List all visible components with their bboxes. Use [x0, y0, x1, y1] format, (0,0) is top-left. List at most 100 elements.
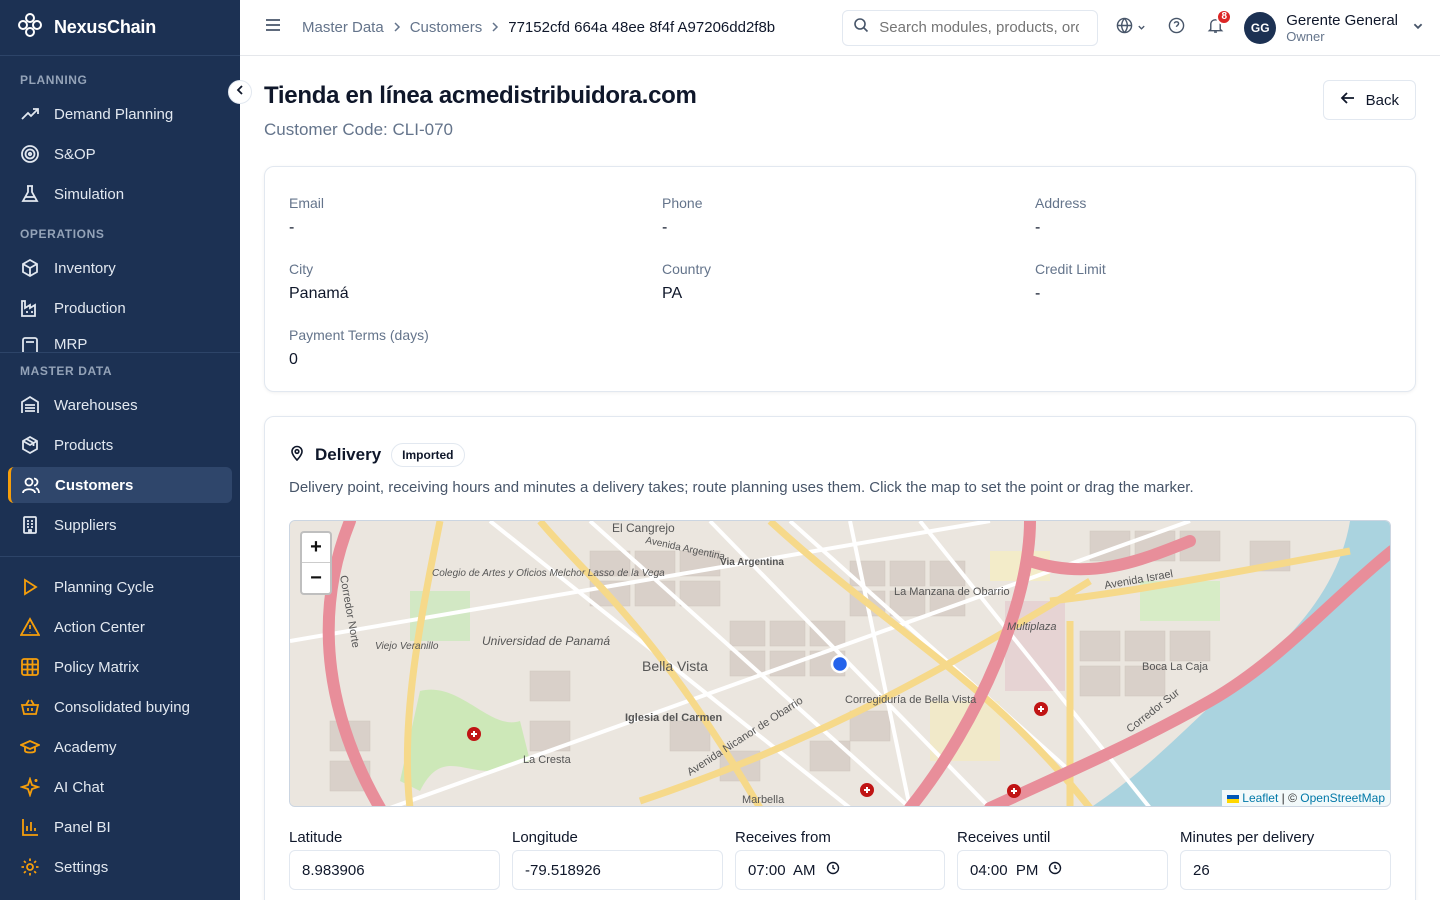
- back-label: Back: [1365, 91, 1399, 109]
- basket-icon: [20, 697, 40, 717]
- search-box[interactable]: [842, 9, 1099, 46]
- sidebar-item-label: Warehouses: [54, 396, 138, 414]
- map-pin-icon: [289, 445, 305, 466]
- calculator-icon: [20, 336, 40, 352]
- notifications-button[interactable]: 8: [1207, 8, 1233, 39]
- delivery-title: Delivery: [315, 445, 382, 464]
- delivery-point-marker[interactable]: [830, 654, 850, 674]
- map-label: Corregiduría de Bella Vista: [845, 694, 977, 706]
- field-credit-limit: Credit Limit -: [1035, 261, 1408, 303]
- delivery-map[interactable]: El Cangrejo Bella Vista Universidad de P…: [289, 520, 1391, 807]
- clock-icon[interactable]: [1048, 861, 1062, 879]
- play-icon: [20, 577, 40, 597]
- field-value: 26: [1193, 861, 1210, 879]
- sidebar-item-consolidated-buying[interactable]: Consolidated buying: [8, 689, 232, 725]
- field-label: Country: [662, 261, 712, 277]
- map-label: Iglesia del Carmen: [625, 712, 722, 724]
- sidebar-item-demand-planning[interactable]: Demand Planning: [8, 96, 232, 132]
- sidebar-item-label: Policy Matrix: [54, 658, 140, 676]
- main-content: Master Data Customers 77152cfd 664a 48ee…: [240, 0, 1440, 900]
- sidebar-item-panel-bi[interactable]: Panel BI: [8, 809, 232, 845]
- sidebar-item-action-center[interactable]: Action Center: [8, 609, 232, 645]
- notification-count: 8: [1216, 8, 1233, 25]
- chevron-left-icon: [234, 83, 246, 101]
- breadcrumb: Master Data Customers 77152cfd 664a 48ee…: [302, 19, 775, 36]
- zoom-control: + −: [300, 531, 332, 595]
- sidebar-item-academy[interactable]: Academy: [8, 729, 232, 765]
- field-value: 0: [289, 351, 298, 368]
- user-name: Gerente General: [1286, 11, 1398, 29]
- sidebar-item-label: Panel BI: [54, 818, 111, 836]
- back-button[interactable]: Back: [1322, 80, 1416, 120]
- sidebar-item-label: Simulation: [54, 185, 125, 203]
- field-label: Latitude: [289, 829, 343, 846]
- receives-until-input[interactable]: 04:00 PM: [957, 850, 1168, 890]
- longitude-input[interactable]: -79.518926: [512, 850, 723, 890]
- sidebar-item-sop[interactable]: S&OP: [8, 136, 232, 172]
- language-selector[interactable]: [1116, 17, 1146, 39]
- delivery-description: Delivery point, receiving hours and minu…: [289, 479, 1194, 496]
- sidebar-item-planning-cycle[interactable]: Planning Cycle: [8, 569, 232, 605]
- sidebar-item-label: Production: [54, 299, 126, 317]
- latitude-field: Latitude 8.983906: [289, 829, 500, 890]
- help-icon[interactable]: [1168, 17, 1185, 39]
- map-label: La Cresta: [523, 754, 572, 766]
- brand[interactable]: NexusChain: [0, 0, 240, 56]
- sidebar-item-label: Demand Planning: [54, 105, 174, 123]
- field-label: Phone: [662, 195, 703, 211]
- receives-from-input[interactable]: 07:00 AM: [735, 850, 945, 890]
- customer-info-card: Email - Phone - Address - City Panamá Countr…: [264, 166, 1416, 392]
- field-value: 8.983906: [302, 861, 365, 879]
- field-value: 07:00 AM: [748, 861, 816, 879]
- sidebar-item-inventory[interactable]: Inventory: [8, 250, 232, 286]
- sidebar-collapse-button[interactable]: [228, 80, 252, 104]
- sidebar-item-label: Settings: [54, 858, 109, 876]
- sidebar-item-ai-chat[interactable]: AI Chat: [8, 769, 232, 805]
- field-label: City: [289, 261, 314, 277]
- sidebar-item-mrp[interactable]: MRP: [8, 330, 232, 352]
- box-icon: [20, 258, 40, 278]
- sidebar-item-label: S&OP: [54, 145, 96, 163]
- longitude-field: Longitude -79.518926: [512, 829, 723, 890]
- map-label: La Manzana de Obarrio: [894, 586, 1010, 598]
- breadcrumb-master-data[interactable]: Master Data: [302, 19, 384, 36]
- sidebar-item-products[interactable]: Products: [8, 427, 232, 463]
- zoom-out-button[interactable]: −: [302, 563, 330, 593]
- field-value: -: [1035, 219, 1041, 236]
- sidebar: NexusChain PLANNING Demand Planning S&OP…: [0, 0, 240, 900]
- sidebar-item-production[interactable]: Production: [8, 290, 232, 326]
- section-label-master-data: MASTER DATA: [20, 364, 113, 378]
- field-value: -79.518926: [525, 861, 601, 879]
- sidebar-item-simulation[interactable]: Simulation: [8, 176, 232, 212]
- leaflet-link[interactable]: Leaflet: [1242, 791, 1278, 805]
- sidebar-item-customers[interactable]: Customers: [8, 467, 232, 503]
- map-label: Bella Vista: [642, 658, 708, 674]
- sidebar-item-label: Consolidated buying: [54, 698, 190, 716]
- minutes-per-delivery-input[interactable]: 26: [1180, 850, 1391, 890]
- customer-code: Customer Code: CLI-070: [264, 120, 453, 139]
- field-city: City Panamá: [289, 261, 662, 303]
- chevron-down-icon: [1137, 19, 1146, 37]
- breadcrumb-customers[interactable]: Customers: [410, 19, 483, 36]
- map-tiles[interactable]: El Cangrejo Bella Vista Universidad de P…: [290, 521, 1391, 807]
- ukraine-flag-icon: [1226, 794, 1239, 803]
- sidebar-item-suppliers[interactable]: Suppliers: [8, 507, 232, 543]
- search-input[interactable]: [879, 19, 1080, 36]
- sidebar-item-label: Customers: [55, 476, 134, 494]
- clock-icon[interactable]: [826, 861, 840, 879]
- topbar: Master Data Customers 77152cfd 664a 48ee…: [240, 0, 1440, 56]
- globe-icon: [1116, 17, 1133, 39]
- map-label: Viejo Veranillo: [375, 641, 439, 652]
- menu-icon[interactable]: [264, 16, 282, 39]
- latitude-input[interactable]: 8.983906: [289, 850, 500, 890]
- user-menu[interactable]: GG Gerente General Owner: [1244, 11, 1424, 44]
- sidebar-item-warehouses[interactable]: Warehouses: [8, 387, 232, 423]
- chevron-down-icon: [1412, 19, 1424, 37]
- osm-link[interactable]: OpenStreetMap: [1300, 791, 1385, 805]
- sidebar-item-policy-matrix[interactable]: Policy Matrix: [8, 649, 232, 685]
- field-label: Minutes per delivery: [1180, 829, 1315, 846]
- factory-icon: [20, 298, 40, 318]
- zoom-in-button[interactable]: +: [302, 533, 330, 563]
- sidebar-item-settings[interactable]: Settings: [8, 849, 232, 885]
- warehouse-icon: [20, 395, 40, 415]
